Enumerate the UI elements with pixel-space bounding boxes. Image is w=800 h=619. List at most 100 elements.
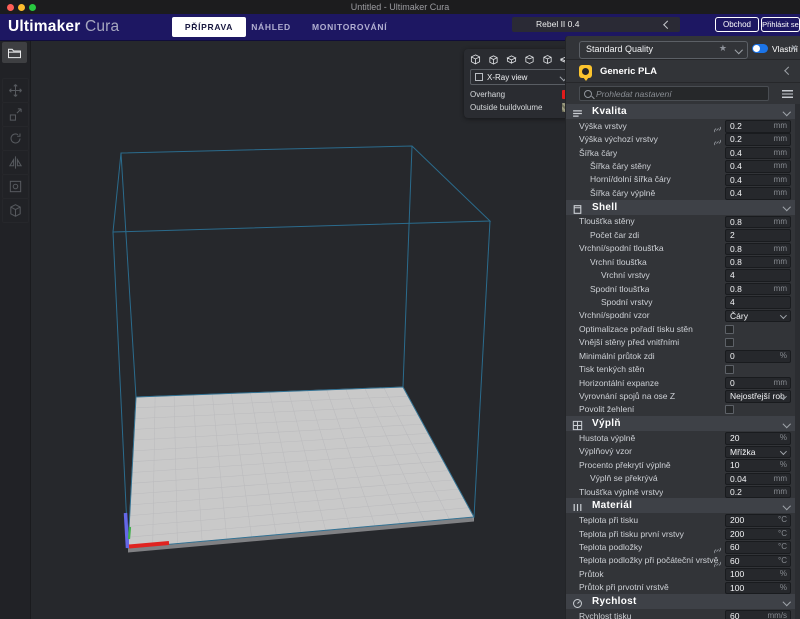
setting-row[interactable]: Výška výchozí vrstvy0.2mm: [566, 132, 800, 145]
settings-category-material[interactable]: Materiál: [566, 498, 800, 513]
setting-row[interactable]: Rychlost tisku60mm/s: [566, 609, 800, 619]
setting-row[interactable]: Vrchní/spodní vzorČáry: [566, 309, 800, 322]
iso-view-icon[interactable]: [470, 54, 481, 65]
setting-value-field[interactable]: 0.4mm: [725, 160, 791, 173]
setting-value-field[interactable]: 100%: [725, 568, 791, 581]
right-view-icon[interactable]: [542, 54, 553, 65]
profile-dropdown[interactable]: Standard Quality ★: [579, 41, 748, 59]
setting-value-field[interactable]: 0.4mm: [725, 147, 791, 160]
setting-value-field[interactable]: 60mm/s: [725, 610, 791, 619]
settings-scrollbar[interactable]: [795, 104, 800, 619]
setting-row[interactable]: Průtok100%: [566, 567, 800, 580]
setting-row[interactable]: Počet čar zdi2: [566, 228, 800, 241]
tab-monitor[interactable]: MONITOROVÁNÍ: [312, 17, 374, 37]
setting-row[interactable]: Minimální průtok zdi0%: [566, 349, 800, 362]
setting-value-field[interactable]: 0.2mm: [725, 120, 791, 133]
settings-category-quality[interactable]: Kvalita: [566, 104, 800, 119]
setting-value-field[interactable]: 0.8mm: [725, 216, 791, 229]
setting-row[interactable]: Šířka čáry stěny0.4mm: [566, 159, 800, 172]
setting-value-field[interactable]: 0.8mm: [725, 243, 791, 256]
move-tool-button[interactable]: [2, 78, 29, 103]
view-mode-dropdown[interactable]: X-Ray view: [470, 69, 571, 85]
setting-row[interactable]: Vnější stěny před vnitřními: [566, 336, 800, 349]
setting-row[interactable]: Výplň se překrývá0.04mm: [566, 472, 800, 485]
close-panel-icon[interactable]: ×: [791, 41, 797, 57]
rotate-tool-button[interactable]: [2, 126, 29, 151]
custom-mode-toggle[interactable]: [752, 44, 768, 53]
setting-value-field[interactable]: 4: [725, 269, 791, 282]
setting-value-field[interactable]: 0mm: [725, 377, 791, 390]
setting-row[interactable]: Výplňový vzorMřížka: [566, 445, 800, 458]
setting-row[interactable]: Vrchní tloušťka0.8mm: [566, 255, 800, 268]
setting-value-field[interactable]: 0.4mm: [725, 187, 791, 200]
setting-row[interactable]: Šířka čáry0.4mm: [566, 146, 800, 159]
setting-value-field[interactable]: 60°C: [725, 555, 791, 568]
setting-checkbox[interactable]: [725, 405, 734, 414]
settings-menu-icon[interactable]: [782, 90, 793, 98]
setting-row[interactable]: Vrchní vrstvy4: [566, 268, 800, 281]
left-view-icon[interactable]: [524, 54, 535, 65]
setting-value-field[interactable]: 0.2mm: [725, 486, 791, 499]
setting-row[interactable]: Tloušťka výplně vrstvy0.2mm: [566, 485, 800, 498]
settings-category-infill[interactable]: Výplň: [566, 416, 800, 431]
setting-row[interactable]: Vyrovnání spojů na ose ZNejostřejší roh: [566, 389, 800, 402]
material-selector[interactable]: Generic PLA: [566, 59, 800, 83]
setting-row[interactable]: Spodní tloušťka0.8mm: [566, 282, 800, 295]
setting-value-field[interactable]: 100%: [725, 582, 791, 595]
setting-value-field[interactable]: 2: [725, 229, 791, 242]
setting-select[interactable]: Mřížka: [725, 446, 791, 459]
marketplace-button[interactable]: Obchod: [715, 17, 759, 32]
front-view-icon[interactable]: [488, 54, 499, 65]
setting-row[interactable]: Teplota podložky60°C: [566, 540, 800, 553]
setting-row[interactable]: Procento překrytí výplně10%: [566, 458, 800, 471]
setting-value-field[interactable]: 0.8mm: [725, 256, 791, 269]
setting-row[interactable]: Hustota výplně20%: [566, 431, 800, 444]
setting-row[interactable]: Optimalizace pořadí tisku stěn: [566, 322, 800, 335]
setting-value-field[interactable]: 0.4mm: [725, 174, 791, 187]
setting-value-field[interactable]: 0.2mm: [725, 133, 791, 146]
scale-tool-button[interactable]: [2, 102, 29, 127]
setting-row[interactable]: Horizontální expanze0mm: [566, 376, 800, 389]
setting-row[interactable]: Povolit žehlení: [566, 403, 800, 416]
setting-row[interactable]: Výška vrstvy0.2mm: [566, 119, 800, 132]
tab-preview[interactable]: NÁHLED: [250, 17, 292, 37]
star-icon[interactable]: ★: [719, 43, 727, 54]
open-file-button[interactable]: [2, 42, 27, 63]
settings-category-speed[interactable]: Rychlost: [566, 594, 800, 609]
setting-row[interactable]: Tloušťka stěny0.8mm: [566, 215, 800, 228]
setting-row[interactable]: Horní/dolní šířka čáry0.4mm: [566, 173, 800, 186]
setting-checkbox[interactable]: [725, 365, 734, 374]
setting-row[interactable]: Teplota podložky při počáteční vrstvě60°…: [566, 554, 800, 567]
tab-prepare[interactable]: PŘÍPRAVA: [172, 17, 246, 37]
setting-value-field[interactable]: 0.8mm: [725, 283, 791, 296]
setting-row[interactable]: Vrchní/spodní tloušťka0.8mm: [566, 242, 800, 255]
sign-in-button[interactable]: Přihlásit se: [761, 17, 800, 32]
setting-row[interactable]: Šířka čáry výplně0.4mm: [566, 186, 800, 199]
setting-row[interactable]: Spodní vrstvy4: [566, 295, 800, 308]
setting-row[interactable]: Průtok při prvotní vrstvě100%: [566, 581, 800, 594]
settings-category-shell[interactable]: Shell: [566, 200, 800, 215]
setting-value-field[interactable]: 4: [725, 296, 791, 309]
support-blocker-button[interactable]: [2, 198, 29, 223]
settings-search[interactable]: [579, 86, 769, 101]
setting-checkbox[interactable]: [725, 338, 734, 347]
printer-selector[interactable]: Rebel II 0.4: [512, 17, 680, 32]
setting-value-field[interactable]: 200°C: [725, 514, 791, 527]
setting-select[interactable]: Nejostřejší roh: [725, 390, 791, 403]
setting-value-field[interactable]: 0.04mm: [725, 473, 791, 486]
setting-row[interactable]: Teplota při tisku200°C: [566, 513, 800, 526]
setting-checkbox[interactable]: [725, 325, 734, 334]
setting-value-field[interactable]: 0%: [725, 350, 791, 363]
setting-row[interactable]: Tisk tenkých stěn: [566, 362, 800, 375]
setting-value-field[interactable]: 20%: [725, 432, 791, 445]
search-input[interactable]: [596, 89, 764, 99]
setting-value-field[interactable]: 60°C: [725, 541, 791, 554]
setting-select[interactable]: Čáry: [725, 310, 791, 323]
mirror-tool-button[interactable]: [2, 150, 29, 175]
setting-unit: mm: [774, 378, 787, 389]
setting-row[interactable]: Teplota při tisku první vrstvy200°C: [566, 527, 800, 540]
top-view-icon[interactable]: [506, 54, 517, 65]
setting-value-field[interactable]: 200°C: [725, 528, 791, 541]
per-model-settings-button[interactable]: [2, 174, 29, 199]
setting-value-field[interactable]: 10%: [725, 459, 791, 472]
